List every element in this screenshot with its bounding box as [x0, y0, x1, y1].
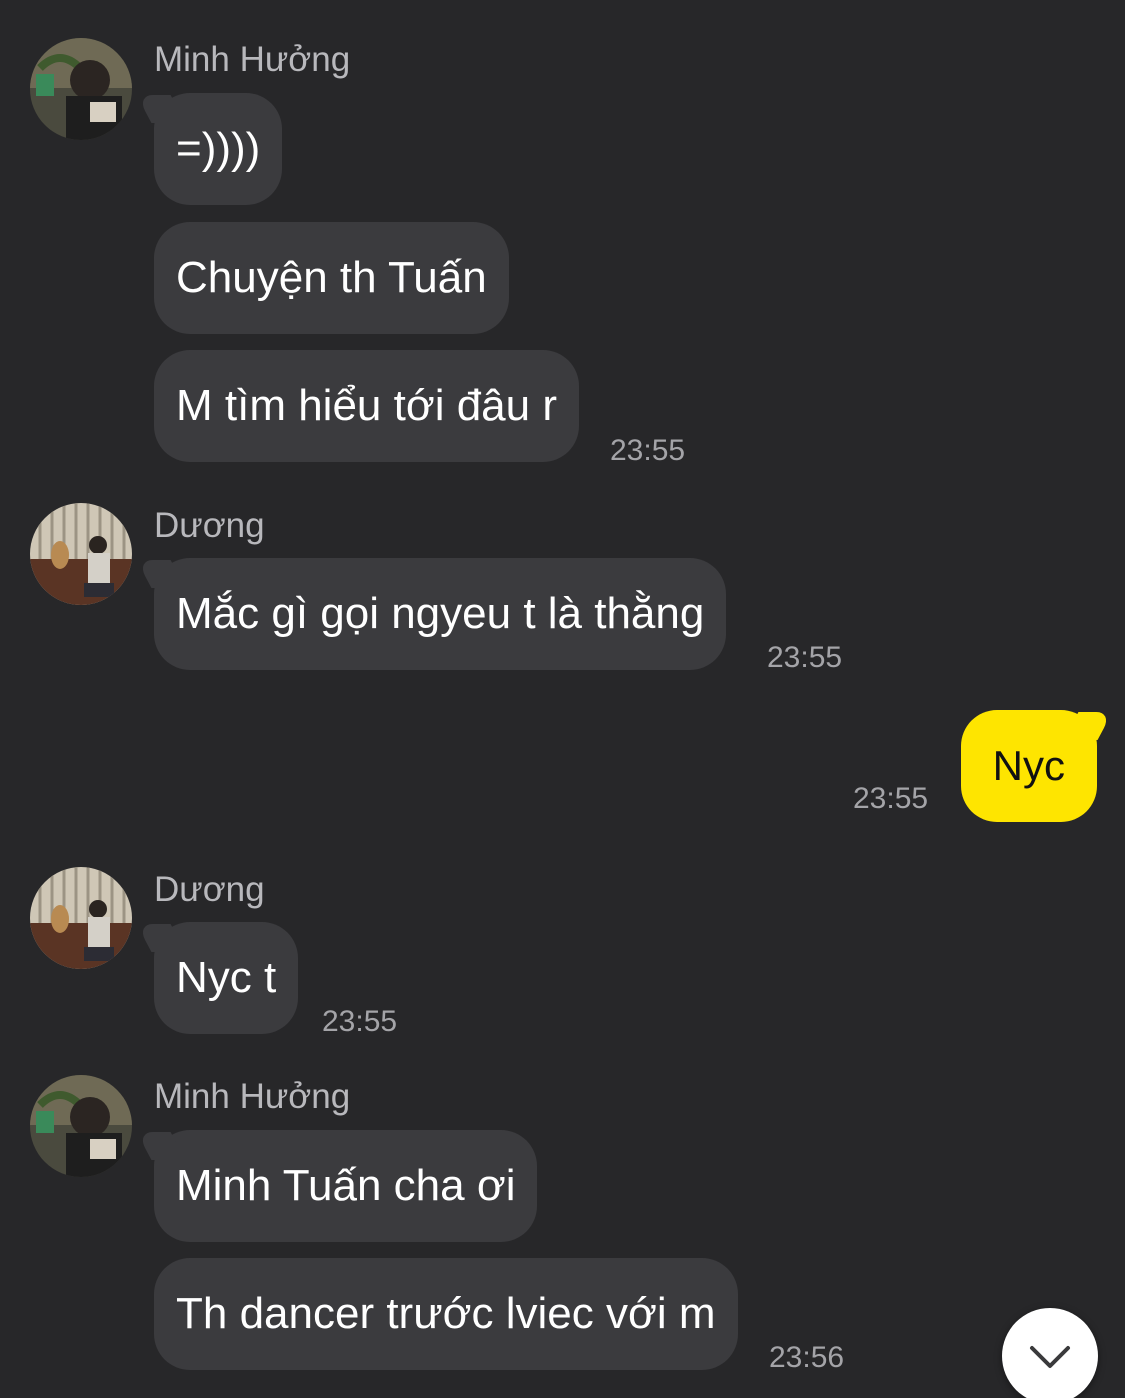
sender-name: Minh Hưởng — [154, 1077, 351, 1116]
avatar-minh-huong[interactable] — [30, 38, 132, 140]
my-message-bubble[interactable]: Nyc — [960, 710, 1097, 822]
sender-name: Dương — [154, 870, 265, 909]
message-bubble[interactable]: Chuyện th Tuấn — [154, 222, 509, 334]
sender-name: Dương — [154, 506, 265, 545]
message-bubble[interactable]: Th dancer trước lviec với m — [154, 1258, 738, 1370]
message-bubble[interactable]: =)))) — [154, 93, 283, 205]
message-timestamp: 23:55 — [610, 434, 686, 467]
chat-view[interactable]: Minh Hưởng =)))) Chuyện th Tuấn M tìm hi… — [0, 0, 1125, 1398]
message-bubble[interactable]: Mắc gì gọi ngyeu t là thằng — [154, 558, 727, 670]
message-bubble[interactable]: M tìm hiểu tới đâu r — [154, 350, 579, 462]
avatar-photo — [30, 503, 132, 605]
avatar-duong[interactable] — [30, 867, 132, 969]
message-bubble[interactable]: Minh Tuấn cha ơi — [154, 1130, 538, 1242]
avatar-photo — [30, 38, 132, 140]
message-timestamp: 23:56 — [769, 1341, 845, 1374]
message-timestamp: 23:55 — [853, 782, 929, 815]
message-timestamp: 23:55 — [767, 641, 843, 674]
avatar-minh-huong[interactable] — [30, 1075, 132, 1177]
message-timestamp: 23:55 — [322, 1005, 398, 1038]
avatar-photo — [30, 867, 132, 969]
scroll-to-bottom-button[interactable] — [1002, 1308, 1098, 1398]
avatar-duong[interactable] — [30, 503, 132, 605]
chevron-down-icon — [1030, 1346, 1070, 1368]
message-bubble[interactable]: Nyc t — [154, 922, 299, 1034]
sender-name: Minh Hưởng — [154, 40, 351, 79]
avatar-photo — [30, 1075, 132, 1177]
